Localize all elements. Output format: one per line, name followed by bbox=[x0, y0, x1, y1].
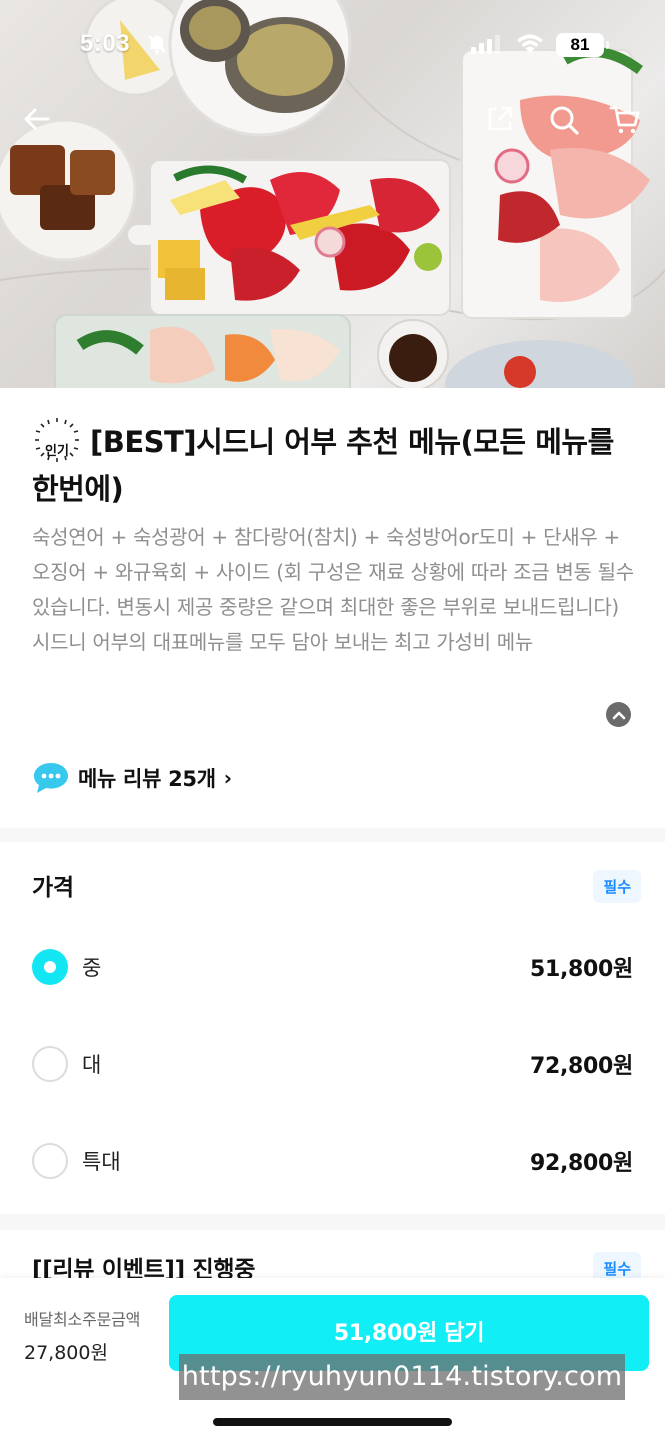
price-option-medium[interactable]: 중 51,800원 bbox=[32, 948, 633, 986]
menu-description-line: 시드니 어부의 대표메뉴를 모두 담아 보내는 최고 가성비 메뉴 bbox=[32, 630, 533, 654]
section-divider bbox=[0, 828, 665, 842]
option-label: 특대 bbox=[82, 1150, 121, 1174]
option-price: 51,800원 bbox=[529, 957, 633, 982]
review-count-label: 메뉴 리뷰 25개 bbox=[78, 767, 216, 791]
status-bar: 5:03 81 bbox=[0, 0, 665, 90]
chevron-right-icon: › bbox=[223, 766, 232, 790]
price-option-extra-large[interactable]: 특대 92,800원 bbox=[32, 1142, 633, 1180]
popular-badge-text: 인기 bbox=[45, 444, 69, 459]
section-divider bbox=[0, 1214, 665, 1230]
option-price: 92,800원 bbox=[529, 1151, 633, 1176]
price-option-large[interactable]: 대 72,800원 bbox=[32, 1045, 633, 1083]
popular-badge: 인기 bbox=[32, 416, 82, 464]
radio-unselected[interactable] bbox=[32, 1046, 68, 1082]
min-order-label: 배달최소주문금액 bbox=[24, 1310, 141, 1329]
watermark: https://ryuhyun0114.tistory.com bbox=[179, 1354, 625, 1400]
menu-hero-image: 5:03 81 bbox=[0, 0, 665, 388]
back-arrow-icon[interactable] bbox=[22, 104, 56, 138]
radio-unselected[interactable] bbox=[32, 1143, 68, 1179]
min-order-value: 27,800원 bbox=[24, 1342, 108, 1364]
chevron-up-icon bbox=[612, 711, 625, 719]
speech-bubble-icon bbox=[34, 763, 68, 793]
option-label: 대 bbox=[82, 1053, 102, 1077]
cart-icon[interactable] bbox=[609, 104, 643, 138]
menu-title: 인기 [BEST]시드니 어부 추천 메뉴(모든 메뉴를 한번에) bbox=[32, 418, 637, 510]
radio-selected[interactable] bbox=[32, 949, 68, 985]
add-to-cart-label: 51,800원 담기 bbox=[333, 1321, 485, 1346]
option-label: 중 bbox=[82, 956, 102, 980]
collapse-description-button[interactable] bbox=[606, 702, 631, 727]
option-price: 72,800원 bbox=[529, 1054, 633, 1079]
status-time: 5:03 bbox=[80, 30, 131, 57]
menu-review-link[interactable]: 메뉴 리뷰 25개 › bbox=[32, 760, 232, 796]
required-badge: 필수 bbox=[593, 870, 641, 903]
price-section-title: 가격 bbox=[32, 875, 74, 901]
battery-indicator: 81 bbox=[556, 33, 609, 57]
menu-title-block: 인기 [BEST]시드니 어부 추천 메뉴(모든 메뉴를 한번에) bbox=[32, 418, 637, 510]
bottom-order-bar: 배달최소주문금액 27,800원 51,800원 담기 https://ryuh… bbox=[0, 1278, 665, 1440]
menu-description-line: 숙성연어 + 숙성광어 + 참다랑어(참치) + 숙성방어or도미 + 단새우 … bbox=[32, 525, 634, 619]
share-icon[interactable] bbox=[485, 104, 519, 138]
search-icon[interactable] bbox=[548, 104, 582, 138]
menu-description: 숙성연어 + 숙성광어 + 참다랑어(참치) + 숙성방어or도미 + 단새우 … bbox=[32, 520, 642, 660]
menu-title-text: [BEST]시드니 어부 추천 메뉴(모든 메뉴를 한번에) bbox=[32, 425, 614, 506]
home-indicator bbox=[213, 1418, 452, 1426]
